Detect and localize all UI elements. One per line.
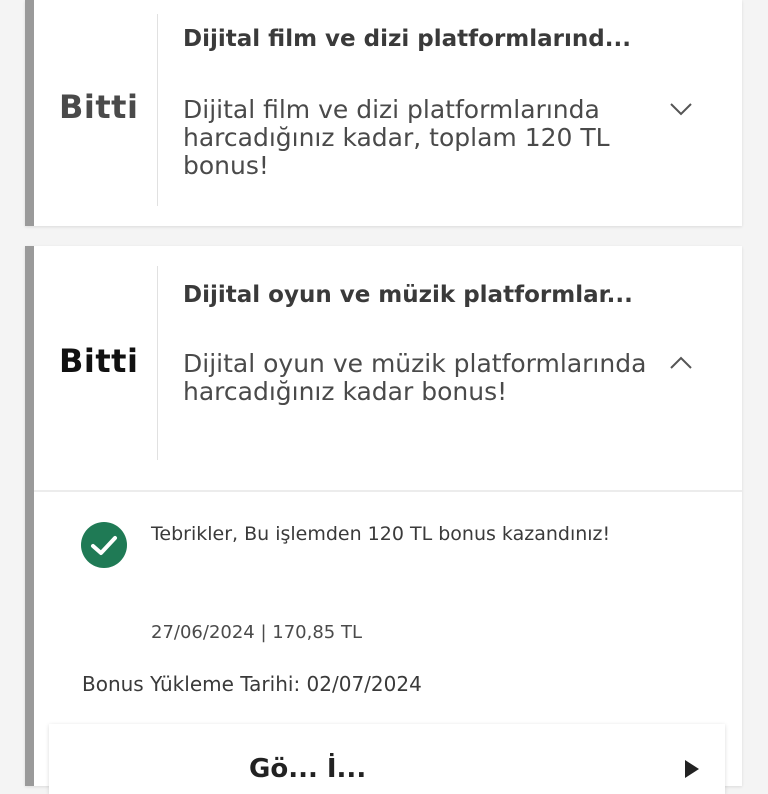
chevron-down-icon[interactable] [668, 96, 694, 122]
status-bar [25, 246, 34, 786]
details-action-button[interactable]: Gö... İ... [49, 724, 725, 794]
transaction-info: 27/06/2024 | 170,85 TL [151, 622, 362, 643]
campaign-card[interactable]: Bitti Dijital oyun ve müzik platformlar.… [25, 246, 742, 794]
chevron-up-icon[interactable] [668, 350, 694, 376]
status-label: Bitti [59, 342, 139, 380]
campaign-description: Dijital film ve dizi platformlarında har… [183, 95, 610, 180]
divider [157, 266, 158, 460]
chevron-right-icon [685, 760, 699, 778]
bonus-load-date: Bonus Yükleme Tarihi: 02/07/2024 [82, 672, 422, 696]
campaign-title: Dijital film ve dizi platformlarınd... [183, 26, 631, 52]
section-divider [34, 490, 742, 492]
campaign-description: Dijital oyun ve müzik platformlarında ha… [183, 349, 647, 406]
status-bar [25, 0, 34, 226]
congrats-message: Tebrikler, Bu işlemden 120 TL bonus kaza… [151, 523, 611, 545]
campaign-card[interactable]: Bitti Dijital film ve dizi platformların… [25, 0, 742, 226]
divider [157, 14, 158, 206]
check-circle-icon [81, 522, 127, 568]
action-label: Gö... İ... [249, 754, 367, 784]
status-label: Bitti [59, 88, 139, 126]
campaign-title: Dijital oyun ve müzik platformlar... [183, 282, 633, 308]
